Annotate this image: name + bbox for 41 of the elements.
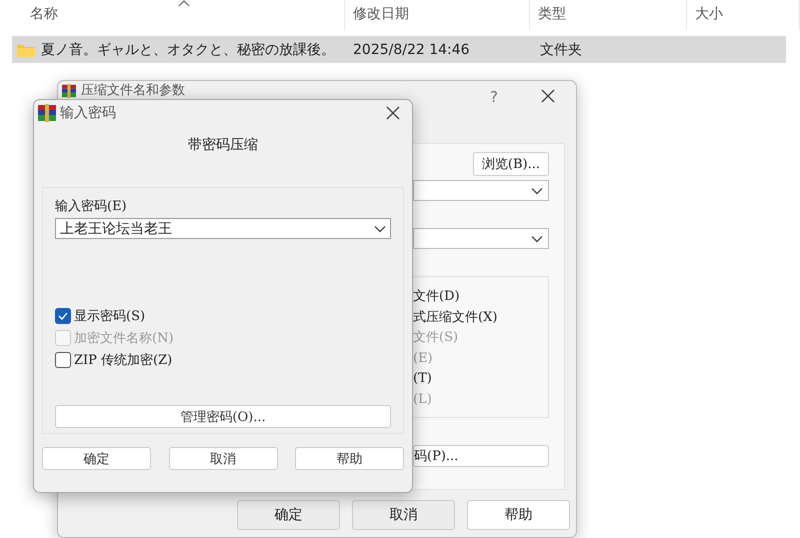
close-icon[interactable] [540,88,556,104]
archive-icon [61,84,77,98]
dialog-button[interactable]: 确定 [237,500,340,530]
option-label[interactable]: 文件(D) [413,287,548,308]
file-name: 夏ノ音。ギャルと、オタクと、秘密の放課後。 [41,40,335,58]
dropdown-field[interactable] [413,180,549,201]
dialog-button[interactable]: 帮助 [467,500,570,530]
option-label[interactable]: 式压缩文件(X) [413,308,548,328]
browse-button[interactable]: 浏览(B)... [472,152,549,176]
close-icon[interactable] [385,105,401,121]
field-label: 输入密码(E) [55,198,127,215]
column-header[interactable]: 大小 [687,0,800,30]
checkmark-icon [58,312,68,320]
window-title: 压缩文件名和参数 [81,84,186,98]
dialog-button[interactable]: 确定 [42,447,151,470]
dropdown-field[interactable] [413,228,549,249]
column-header[interactable]: 修改日期 [345,0,530,30]
sort-icon [178,0,190,7]
password-field[interactable]: 上老王论坛当老王 [55,218,391,239]
dialog-button[interactable]: 取消 [168,447,278,470]
dialog-button[interactable]: 取消 [352,500,455,530]
column-header[interactable]: 名称 [0,0,345,30]
modified-date: 2025/8/22 14:46 [352,42,471,58]
file-row[interactable]: 夏ノ音。ギャルと、オタクと、秘密の放課後。 2025/8/22 14:46 文件夹 [12,36,786,63]
dialog-button[interactable]: 帮助 [295,447,404,470]
option-label[interactable]: (T) [413,369,548,390]
chevron-down-icon [531,186,543,194]
chevron-down-icon [374,224,386,232]
checkbox[interactable] [55,308,71,324]
chevron-down-icon [531,234,543,242]
help-button[interactable]: ? [490,88,498,106]
dialog-heading: 带密码压缩 [187,136,259,154]
window-title: 输入密码 [60,104,117,122]
manage-passwords-button[interactable]: 管理密码(O)... [55,405,391,428]
checkbox-label[interactable]: ZIP 传统加密(Z) [74,350,172,368]
file-type: 文件夹 [539,40,583,58]
column-header[interactable]: 类型 [530,0,687,30]
password-button[interactable]: 码(P)... [413,445,549,467]
archive-icon [37,104,57,122]
checkbox-label[interactable]: 显示密码(S) [74,306,146,324]
checkbox[interactable] [55,352,71,368]
